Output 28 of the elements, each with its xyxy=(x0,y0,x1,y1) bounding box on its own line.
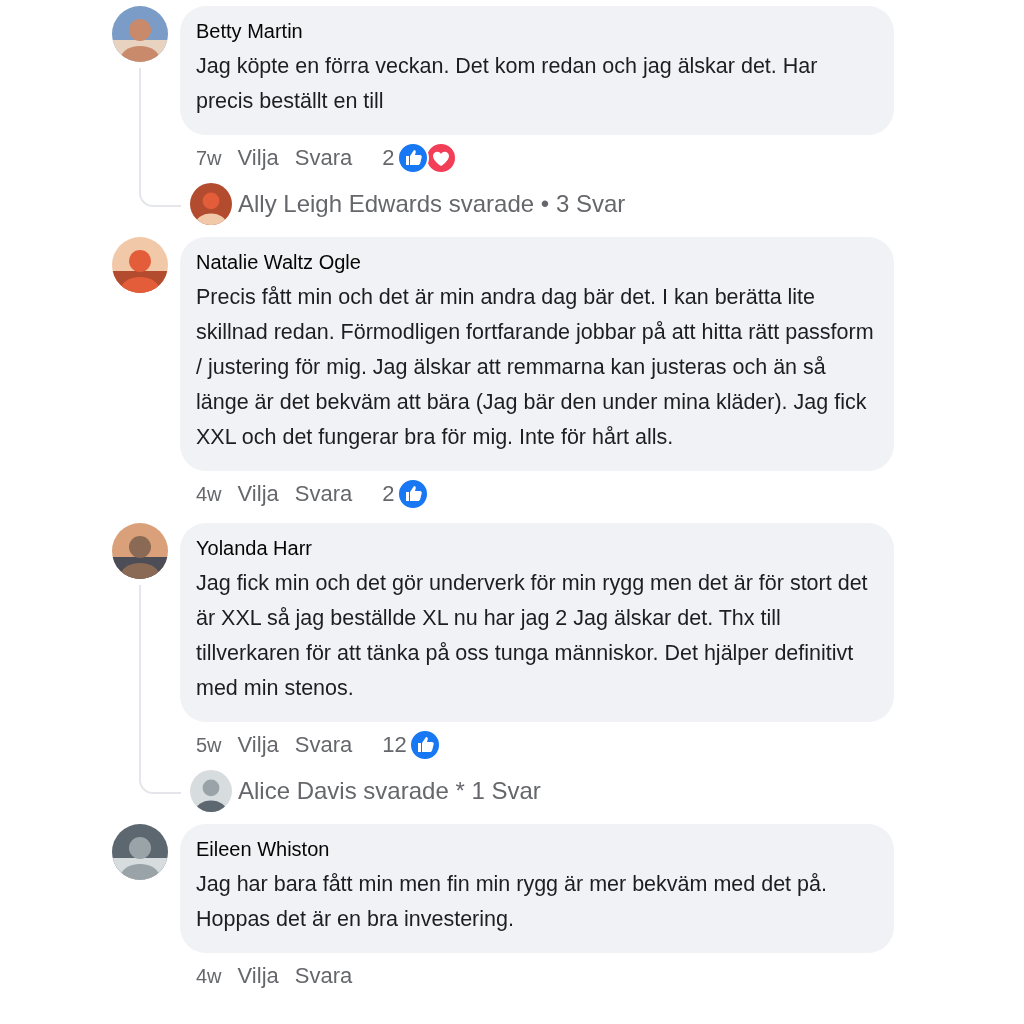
comment-time[interactable]: 4w xyxy=(196,964,222,988)
action-link[interactable]: Svara xyxy=(294,732,353,758)
replies-link[interactable]: Alice Davis svarade * 1 Svar xyxy=(238,777,541,805)
action-link[interactable]: Vilja xyxy=(237,732,279,758)
author-name[interactable]: Betty Martin xyxy=(196,20,874,43)
action-link[interactable]: Svara xyxy=(294,963,353,989)
reaction-count[interactable]: 12 xyxy=(382,732,407,758)
action-link[interactable]: Svara xyxy=(294,145,353,171)
action-link[interactable]: Svara xyxy=(294,481,353,507)
thumbs-up-icon xyxy=(396,142,429,174)
author-name[interactable]: Natalie Waltz Ogle xyxy=(196,251,874,274)
comment-text: Jag har bara fått min men fin min rygg är mer bekväm med det på. Hoppas det är en bra investering. xyxy=(196,871,828,933)
thumbs-up-icon xyxy=(408,729,441,761)
action-link[interactable]: Vilja xyxy=(237,145,279,171)
comment-text: Jag fick min och det gör underverk för min rygg men det är för stort det är XXL så jag beställde XL nu har jag 2 Jag älskar det. Thx till tillverkaren för att tänka på oss tunga människor. Det hjälper definitivt med min stenos. xyxy=(196,570,869,702)
comment-time[interactable]: 7w xyxy=(196,146,222,170)
reaction-count[interactable]: 2 xyxy=(382,145,395,171)
action-link[interactable]: Vilja xyxy=(237,481,279,507)
comment-text: Jag köpte en förra veckan. Det kom redan och jag älskar det. Har precis beställt en till xyxy=(196,53,819,115)
author-name[interactable]: Yolanda Harr xyxy=(196,537,874,560)
comment-time[interactable]: 4w xyxy=(196,482,222,506)
replies-link[interactable]: Ally Leigh Edwards svarade • 3 Svar xyxy=(238,190,626,218)
comment-text: Precis fått min och det är min andra dag bär det. I kan berätta lite skillnad redan. Förmodligen fortfarande jobbar på att hitta rätt passform / justering för mig. Jag älskar att remmarna kan justeras och än så länge är det bekväm att bära (Jag bär den under mina kläder). Jag fick XXL och det fungerar bra för mig. Inte för hårt alls. xyxy=(196,284,874,451)
thumbs-up-icon xyxy=(396,478,429,510)
reaction-count[interactable]: 2 xyxy=(382,481,395,507)
author-name[interactable]: Eileen Whiston xyxy=(196,838,874,861)
action-link[interactable]: Vilja xyxy=(237,963,279,989)
comment-time[interactable]: 5w xyxy=(196,733,222,757)
